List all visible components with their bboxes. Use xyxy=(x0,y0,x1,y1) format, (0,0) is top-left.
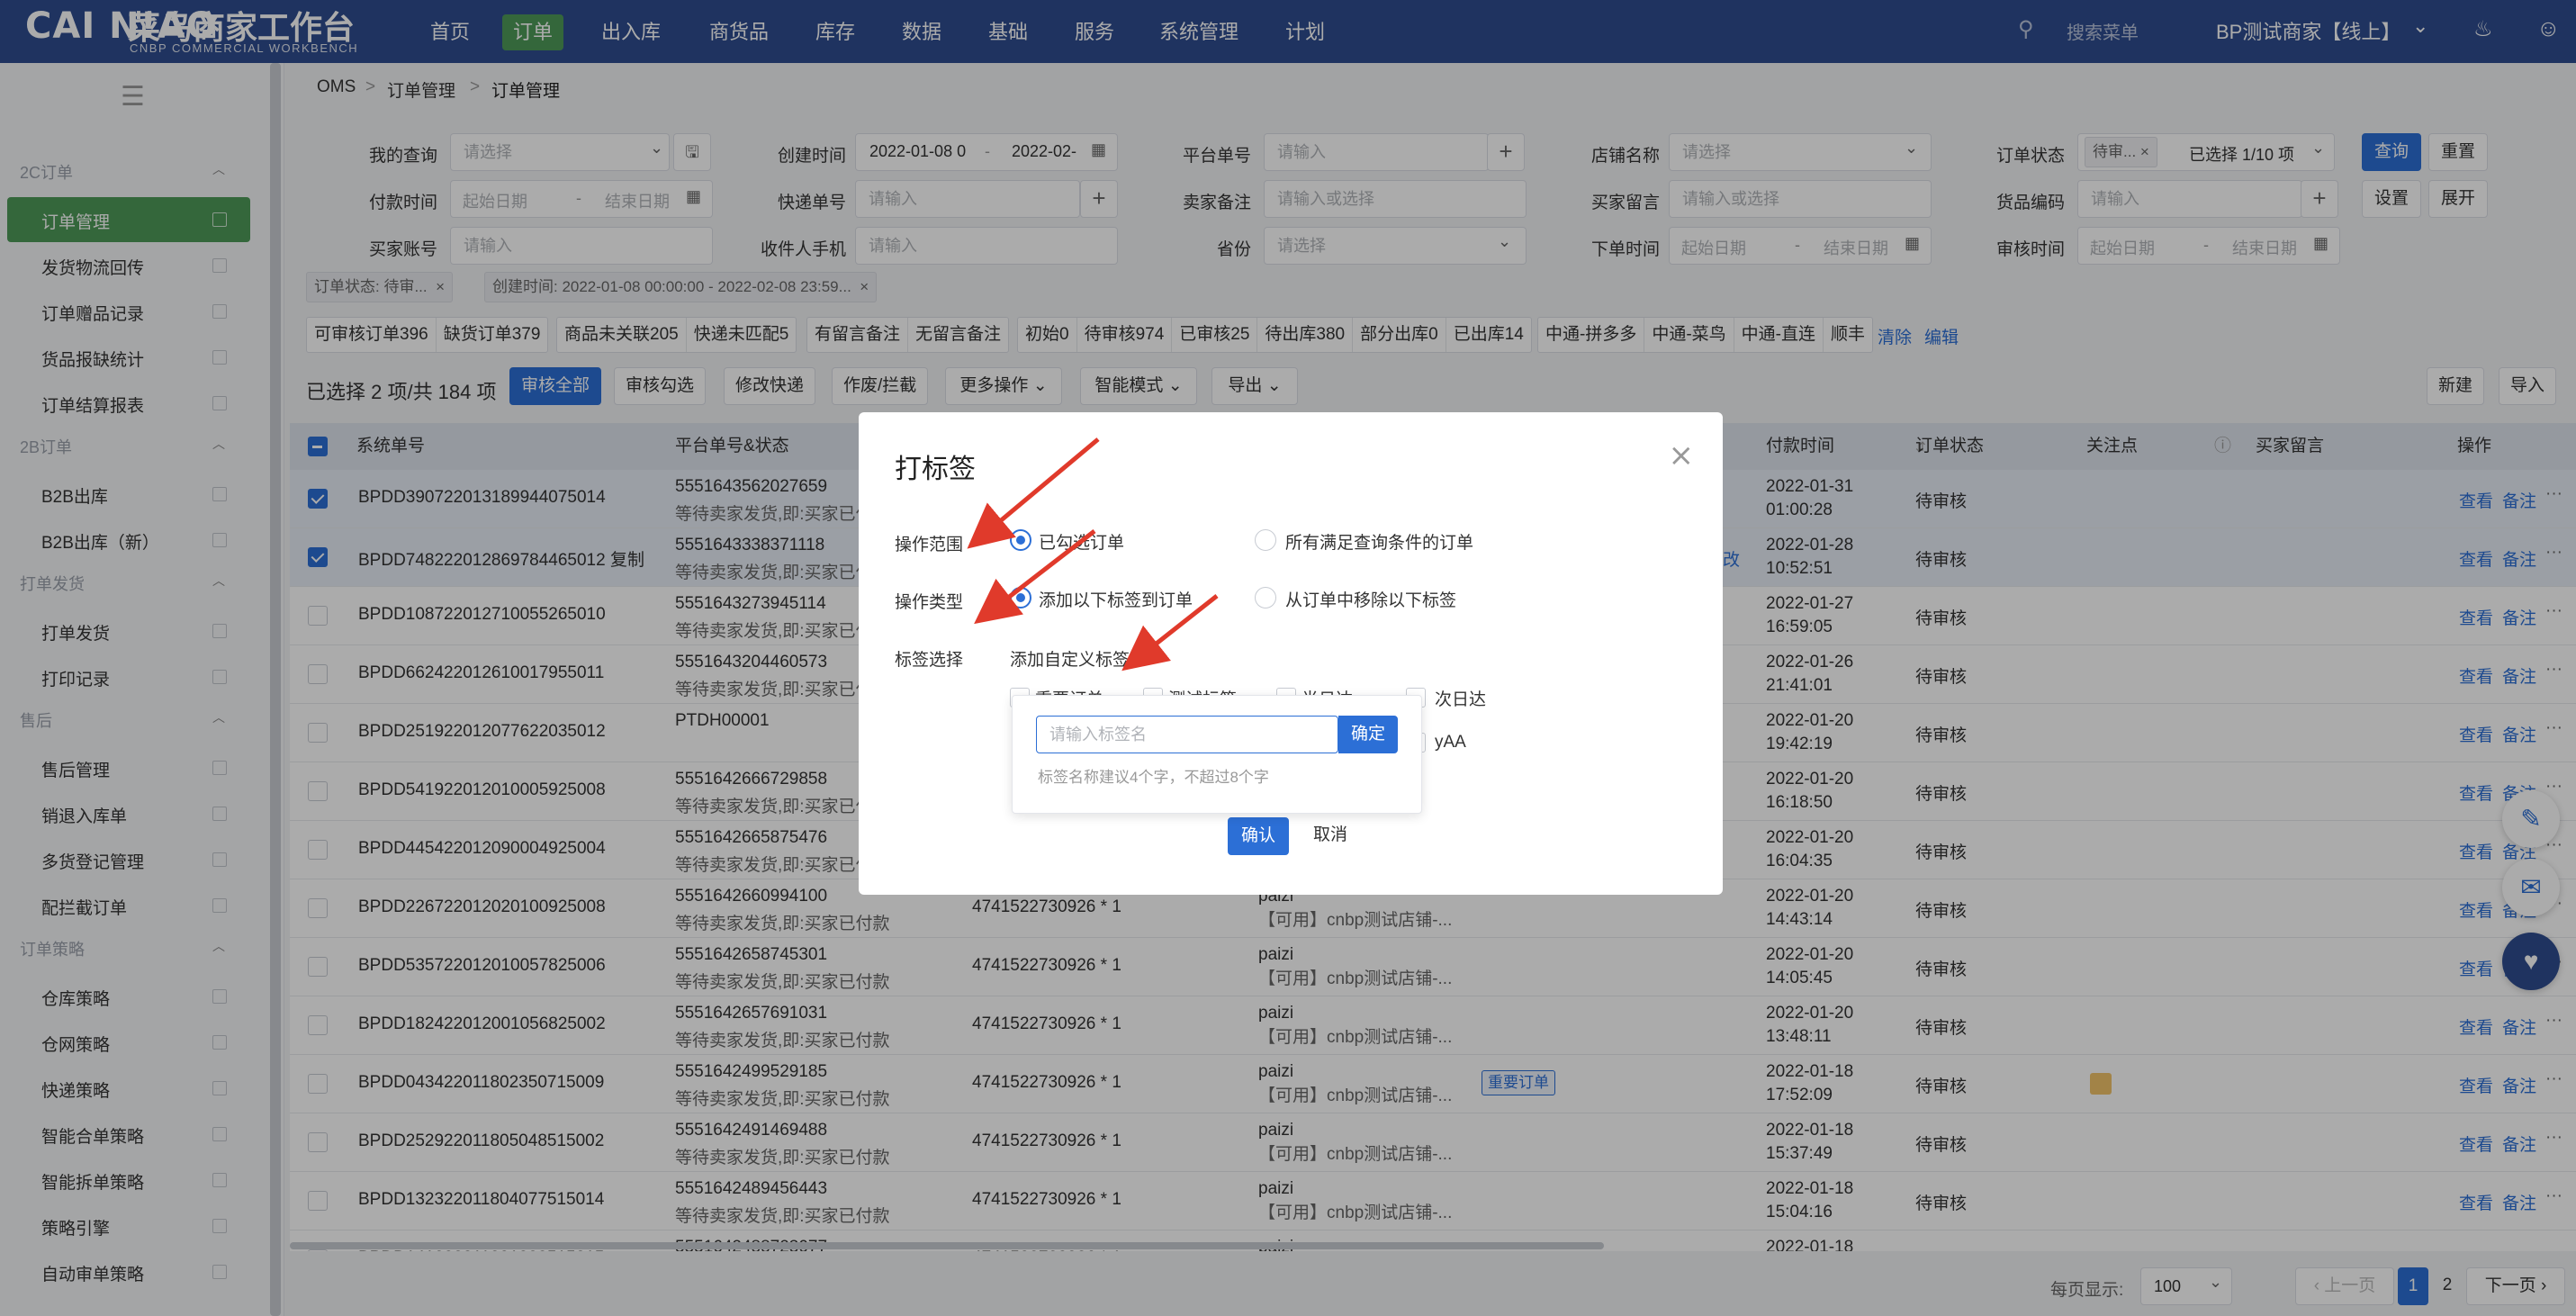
tag-option-4[interactable]: yAA xyxy=(1435,733,1466,753)
dialog-title: 打标签 xyxy=(895,455,976,484)
type-label: 操作类型 xyxy=(895,593,964,612)
scope-checked-label[interactable]: 已勾选订单 xyxy=(1039,529,1124,554)
type-add-radio[interactable] xyxy=(1010,587,1031,608)
scope-all-label[interactable]: 所有满足查询条件的订单 xyxy=(1285,529,1473,554)
cancel-button[interactable]: 取消 xyxy=(1300,817,1361,855)
tag-dialog: 打标签 × 操作范围 已勾选订单 所有满足查询条件的订单 操作类型 添加以下标签… xyxy=(859,412,1723,895)
scope-label: 操作范围 xyxy=(895,536,964,554)
tag-select-label: 标签选择 xyxy=(895,651,964,670)
tag-name-hint: 标签名称建议4个字，不超过8个字 xyxy=(1038,769,1269,786)
type-remove-label[interactable]: 从订单中移除以下标签 xyxy=(1285,587,1456,611)
popover-ok-button[interactable]: 确定 xyxy=(1338,716,1398,753)
scope-checked-radio[interactable] xyxy=(1010,529,1031,551)
custom-tag-popover: 请输入标签名 确定 标签名称建议4个字，不超过8个字 xyxy=(1012,695,1422,814)
tag-option-3[interactable]: 次日达 xyxy=(1435,686,1486,710)
add-custom-tag-link[interactable]: 添加自定义标签 xyxy=(1010,646,1130,671)
type-remove-radio[interactable] xyxy=(1255,587,1276,608)
confirm-button[interactable]: 确认 xyxy=(1228,817,1289,855)
tag-name-input[interactable]: 请输入标签名 xyxy=(1036,716,1338,753)
scope-all-radio[interactable] xyxy=(1255,529,1276,551)
type-add-label[interactable]: 添加以下标签到订单 xyxy=(1039,587,1193,611)
close-icon[interactable]: × xyxy=(1669,437,1695,473)
